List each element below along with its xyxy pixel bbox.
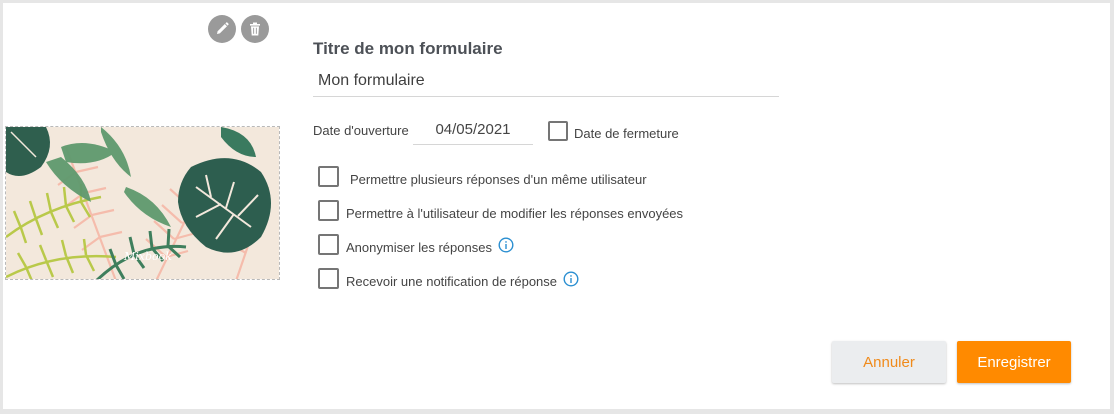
option-anonymize-label: Anonymiser les réponses [346, 240, 492, 255]
trash-icon [250, 22, 260, 36]
save-button[interactable]: Enregistrer [957, 341, 1071, 383]
option-edit-responses-checkbox[interactable] [318, 200, 339, 221]
option-edit-responses-label: Permettre à l'utilisateur de modifier le… [346, 206, 684, 221]
option-anonymize-checkbox[interactable] [318, 234, 339, 255]
tropical-leaves-illustration: Mixbook [6, 127, 279, 279]
option-multiple-responses-label: Permettre plusieurs réponses d'un même u… [350, 172, 647, 187]
option-notification-label: Recevoir une notification de réponse [346, 274, 558, 289]
opening-date-label: Date d'ouverture [313, 123, 409, 138]
form-panel: Mixbook Titre de mon formulaire Date d'o… [3, 3, 1110, 409]
closing-date-label: Date de fermeture [574, 126, 679, 141]
option-multiple-responses-checkbox[interactable] [318, 166, 339, 187]
form-title-input[interactable] [313, 65, 779, 97]
form-title-label: Titre de mon formulaire [313, 39, 503, 58]
info-circle-icon[interactable] [498, 237, 514, 253]
option-notification-checkbox[interactable] [318, 268, 339, 289]
delete-cover-button[interactable] [241, 15, 269, 43]
info-circle-icon[interactable] [563, 271, 579, 287]
edit-cover-button[interactable] [208, 15, 236, 43]
pencil-icon [217, 22, 229, 34]
opening-date-input[interactable] [413, 115, 533, 145]
closing-date-checkbox[interactable] [548, 121, 568, 141]
cancel-button[interactable]: Annuler [832, 341, 946, 383]
cover-image: Mixbook [5, 126, 280, 280]
cover-watermark: Mixbook [123, 250, 172, 263]
